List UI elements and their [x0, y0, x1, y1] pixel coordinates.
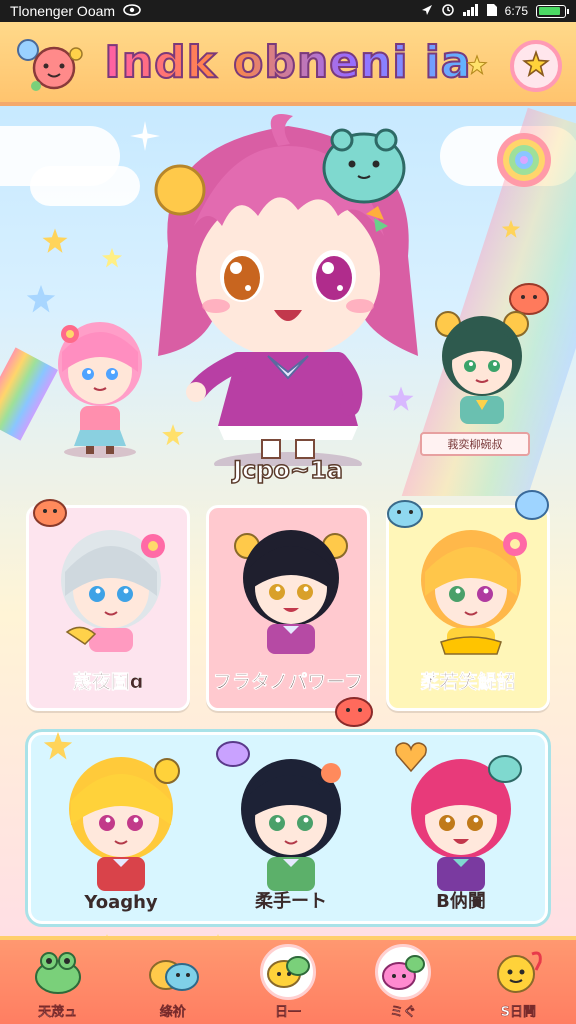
- chat-bubble-icon: [259, 944, 316, 1000]
- chibi-character-dark[interactable]: [426, 302, 538, 426]
- bottom-navigation: 天荗ュ 绦祄 日一 ミぐ S日闁: [0, 936, 576, 1024]
- card-name: Yoaghy: [84, 892, 158, 913]
- sun-creature-icon: [490, 944, 546, 1000]
- creatures-icon: [145, 944, 201, 1000]
- nav-item-profile[interactable]: S日闁: [468, 936, 568, 1020]
- star-sparkle-icon: [102, 248, 122, 268]
- app-title: Indk obneni ia: [103, 36, 472, 89]
- rainbow-orb-icon: [497, 133, 551, 187]
- signal-icon: [462, 3, 479, 19]
- chibi-character-magenta: [411, 755, 522, 891]
- main-chibi-character[interactable]: [138, 106, 438, 466]
- blob-creature-icon: [33, 499, 67, 527]
- character-card-1[interactable]: 蔑夜圁ɑ: [26, 505, 190, 711]
- nav-label: ミぐ: [390, 1005, 417, 1020]
- nav-item-messages[interactable]: ミぐ: [353, 936, 453, 1020]
- location-icon: [421, 4, 433, 19]
- card-name: Β㐻闠: [436, 891, 486, 912]
- sim-icon: [486, 3, 497, 19]
- chibi-character-navy: [241, 759, 341, 891]
- nav-label: 天荗ュ: [38, 1005, 78, 1020]
- card-name: 蔑夜圁ɑ: [72, 671, 144, 694]
- nav-label: 日一: [274, 1005, 301, 1020]
- hero-banner: 莪奕柳碗叔 Jcpo~1a: [0, 106, 576, 496]
- star-sparkle-icon: [42, 228, 68, 253]
- main-character-name: Jcpo~1a: [232, 455, 343, 485]
- nav-label: S日闁: [500, 1005, 537, 1020]
- character-card-6[interactable]: Β㐻闠: [381, 745, 541, 921]
- frog-home-icon: [30, 944, 86, 1000]
- alarm-icon: [441, 3, 455, 20]
- nav-item-friends[interactable]: 绦祄: [123, 936, 223, 1020]
- blob-creature-icon: [515, 490, 549, 520]
- card-name: 葇若笑鯷韶: [420, 671, 516, 694]
- app-header: Indk obneni ia: [0, 22, 576, 106]
- character-group-panel: Yoaghy 柔手ート Β㐻闠: [28, 731, 548, 924]
- nav-item-home[interactable]: 天荗ュ: [8, 936, 108, 1020]
- eye-icon: [123, 3, 141, 19]
- status-bar: Tlonenger Ooam 6:75: [0, 0, 576, 22]
- favorite-star-button[interactable]: [510, 40, 562, 92]
- chibi-character-black: [234, 530, 348, 654]
- nav-item-chat[interactable]: 日一: [238, 936, 338, 1020]
- cloud-decoration: [30, 166, 140, 206]
- star-icon: [522, 49, 550, 82]
- chibi-character-yellow: [69, 757, 180, 891]
- blob-creature-icon: [335, 697, 373, 727]
- character-card-3[interactable]: 葇若笑鯷韶: [386, 505, 550, 711]
- star-sparkle-icon: [466, 54, 488, 80]
- card-name: フラタノパワーフ: [212, 671, 364, 694]
- battery-icon: [536, 4, 569, 18]
- character-card-row: 蔑夜圁ɑ フラタノパワーフ 葇若笑鯷韶: [26, 490, 552, 715]
- character-card-5[interactable]: 柔手ート: [211, 745, 371, 921]
- nav-label: 绦祄: [159, 1005, 186, 1020]
- star-sparkle-icon: [501, 219, 521, 238]
- character-card-2[interactable]: フラタノパワーフ: [206, 505, 370, 711]
- mascot-logo-icon[interactable]: [14, 34, 84, 96]
- chibi-character-blonde: [421, 530, 527, 655]
- blob-creature-icon: [387, 500, 423, 528]
- app-name: Tlonenger Ooam: [10, 3, 116, 19]
- chibi-character-silver: [61, 530, 165, 652]
- card-name: 柔手ート: [255, 891, 327, 912]
- pink-blob-chat-icon: [375, 944, 432, 1000]
- clock-time: 6:75: [504, 4, 528, 18]
- character-card-4[interactable]: Yoaghy: [41, 745, 201, 921]
